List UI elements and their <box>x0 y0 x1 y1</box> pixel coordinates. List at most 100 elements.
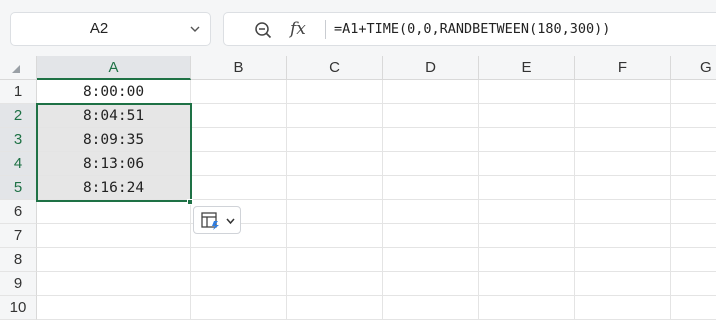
cell-a4[interactable]: 8:13:06 <box>37 152 191 176</box>
cell-g4[interactable] <box>671 152 716 176</box>
cell-f2[interactable] <box>575 104 671 128</box>
name-box[interactable]: A2 <box>10 12 211 46</box>
cell-a9[interactable] <box>37 272 191 296</box>
row-header-2[interactable]: 2 <box>0 104 37 128</box>
cell-c4[interactable] <box>287 152 383 176</box>
column-header-f[interactable]: F <box>575 56 671 80</box>
cell-c1[interactable] <box>287 80 383 104</box>
cell-g5[interactable] <box>671 176 716 200</box>
cell-b9[interactable] <box>191 272 287 296</box>
cell-e2[interactable] <box>479 104 575 128</box>
cell-c6[interactable] <box>287 200 383 224</box>
fill-handle[interactable] <box>187 199 193 205</box>
name-box-value[interactable]: A2 <box>11 13 187 45</box>
cell-b3[interactable] <box>191 128 287 152</box>
cell-a2[interactable]: 8:04:51 <box>37 104 191 128</box>
cell-b10[interactable] <box>191 296 287 320</box>
cell-d9[interactable] <box>383 272 479 296</box>
cell-b5[interactable] <box>191 176 287 200</box>
row-header-8[interactable]: 8 <box>0 248 37 272</box>
cell-f10[interactable] <box>575 296 671 320</box>
cell-a6[interactable] <box>37 200 191 224</box>
cell-e7[interactable] <box>479 224 575 248</box>
cell-c5[interactable] <box>287 176 383 200</box>
cell-g1[interactable] <box>671 80 716 104</box>
cell-c8[interactable] <box>287 248 383 272</box>
cell-f4[interactable] <box>575 152 671 176</box>
cell-c9[interactable] <box>287 272 383 296</box>
toolbar: A2 fx =A1+TIME(0,0,RANDBETWEEN(180,300)) <box>0 0 716 56</box>
cell-c3[interactable] <box>287 128 383 152</box>
cell-d6[interactable] <box>383 200 479 224</box>
cell-g7[interactable] <box>671 224 716 248</box>
cell-c2[interactable] <box>287 104 383 128</box>
row-header-10[interactable]: 10 <box>0 296 37 320</box>
cell-f7[interactable] <box>575 224 671 248</box>
chevron-down-icon[interactable] <box>188 22 202 36</box>
cell-c10[interactable] <box>287 296 383 320</box>
cell-d1[interactable] <box>383 80 479 104</box>
cell-d10[interactable] <box>383 296 479 320</box>
cell-f5[interactable] <box>575 176 671 200</box>
cell-d8[interactable] <box>383 248 479 272</box>
select-all-corner[interactable] <box>0 56 37 80</box>
cell-e5[interactable] <box>479 176 575 200</box>
row-header-1[interactable]: 1 <box>0 80 37 104</box>
cell-a5[interactable]: 8:16:24 <box>37 176 191 200</box>
cell-d7[interactable] <box>383 224 479 248</box>
cell-e4[interactable] <box>479 152 575 176</box>
cell-e1[interactable] <box>479 80 575 104</box>
cell-a8[interactable] <box>37 248 191 272</box>
cell-c7[interactable] <box>287 224 383 248</box>
cell-b1[interactable] <box>191 80 287 104</box>
cell-e6[interactable] <box>479 200 575 224</box>
column-header-b[interactable]: B <box>191 56 287 80</box>
cell-g8[interactable] <box>671 248 716 272</box>
column-header-e[interactable]: E <box>479 56 575 80</box>
row-header-6[interactable]: 6 <box>0 200 37 224</box>
row-header-3[interactable]: 3 <box>0 128 37 152</box>
spreadsheet-grid: A B C D E F G 1 2 3 4 5 6 7 8 9 10 8:00:… <box>0 56 716 320</box>
cell-e10[interactable] <box>479 296 575 320</box>
cell-g10[interactable] <box>671 296 716 320</box>
cell-a10[interactable] <box>37 296 191 320</box>
cell-a1[interactable]: 8:00:00 <box>37 80 191 104</box>
column-header-a[interactable]: A <box>37 56 191 80</box>
cell-a3[interactable]: 8:09:35 <box>37 128 191 152</box>
cell-e9[interactable] <box>479 272 575 296</box>
formula-input[interactable]: =A1+TIME(0,0,RANDBETWEEN(180,300)) <box>334 13 610 45</box>
row-header-9[interactable]: 9 <box>0 272 37 296</box>
cell-f1[interactable] <box>575 80 671 104</box>
row-header-5[interactable]: 5 <box>0 176 37 200</box>
cell-d4[interactable] <box>383 152 479 176</box>
formula-bar[interactable]: fx =A1+TIME(0,0,RANDBETWEEN(180,300)) <box>223 12 716 46</box>
cell-d3[interactable] <box>383 128 479 152</box>
paste-options-button[interactable] <box>193 206 241 234</box>
select-all-triangle-icon <box>12 65 20 73</box>
row-header-4[interactable]: 4 <box>0 152 37 176</box>
cell-f9[interactable] <box>575 272 671 296</box>
chevron-down-icon <box>226 218 235 225</box>
formula-bar-divider <box>325 20 326 39</box>
cell-f8[interactable] <box>575 248 671 272</box>
column-header-g[interactable]: G <box>671 56 716 80</box>
cell-b4[interactable] <box>191 152 287 176</box>
cell-g2[interactable] <box>671 104 716 128</box>
zoom-magnifier-icon[interactable] <box>254 21 272 39</box>
cell-b8[interactable] <box>191 248 287 272</box>
cell-g3[interactable] <box>671 128 716 152</box>
cell-b2[interactable] <box>191 104 287 128</box>
cell-a7[interactable] <box>37 224 191 248</box>
cell-f6[interactable] <box>575 200 671 224</box>
cell-d2[interactable] <box>383 104 479 128</box>
column-header-c[interactable]: C <box>287 56 383 80</box>
cell-g6[interactable] <box>671 200 716 224</box>
cell-e8[interactable] <box>479 248 575 272</box>
row-header-7[interactable]: 7 <box>0 224 37 248</box>
fx-icon[interactable]: fx <box>290 17 306 41</box>
cell-e3[interactable] <box>479 128 575 152</box>
cell-g9[interactable] <box>671 272 716 296</box>
cell-f3[interactable] <box>575 128 671 152</box>
cell-d5[interactable] <box>383 176 479 200</box>
column-header-d[interactable]: D <box>383 56 479 80</box>
